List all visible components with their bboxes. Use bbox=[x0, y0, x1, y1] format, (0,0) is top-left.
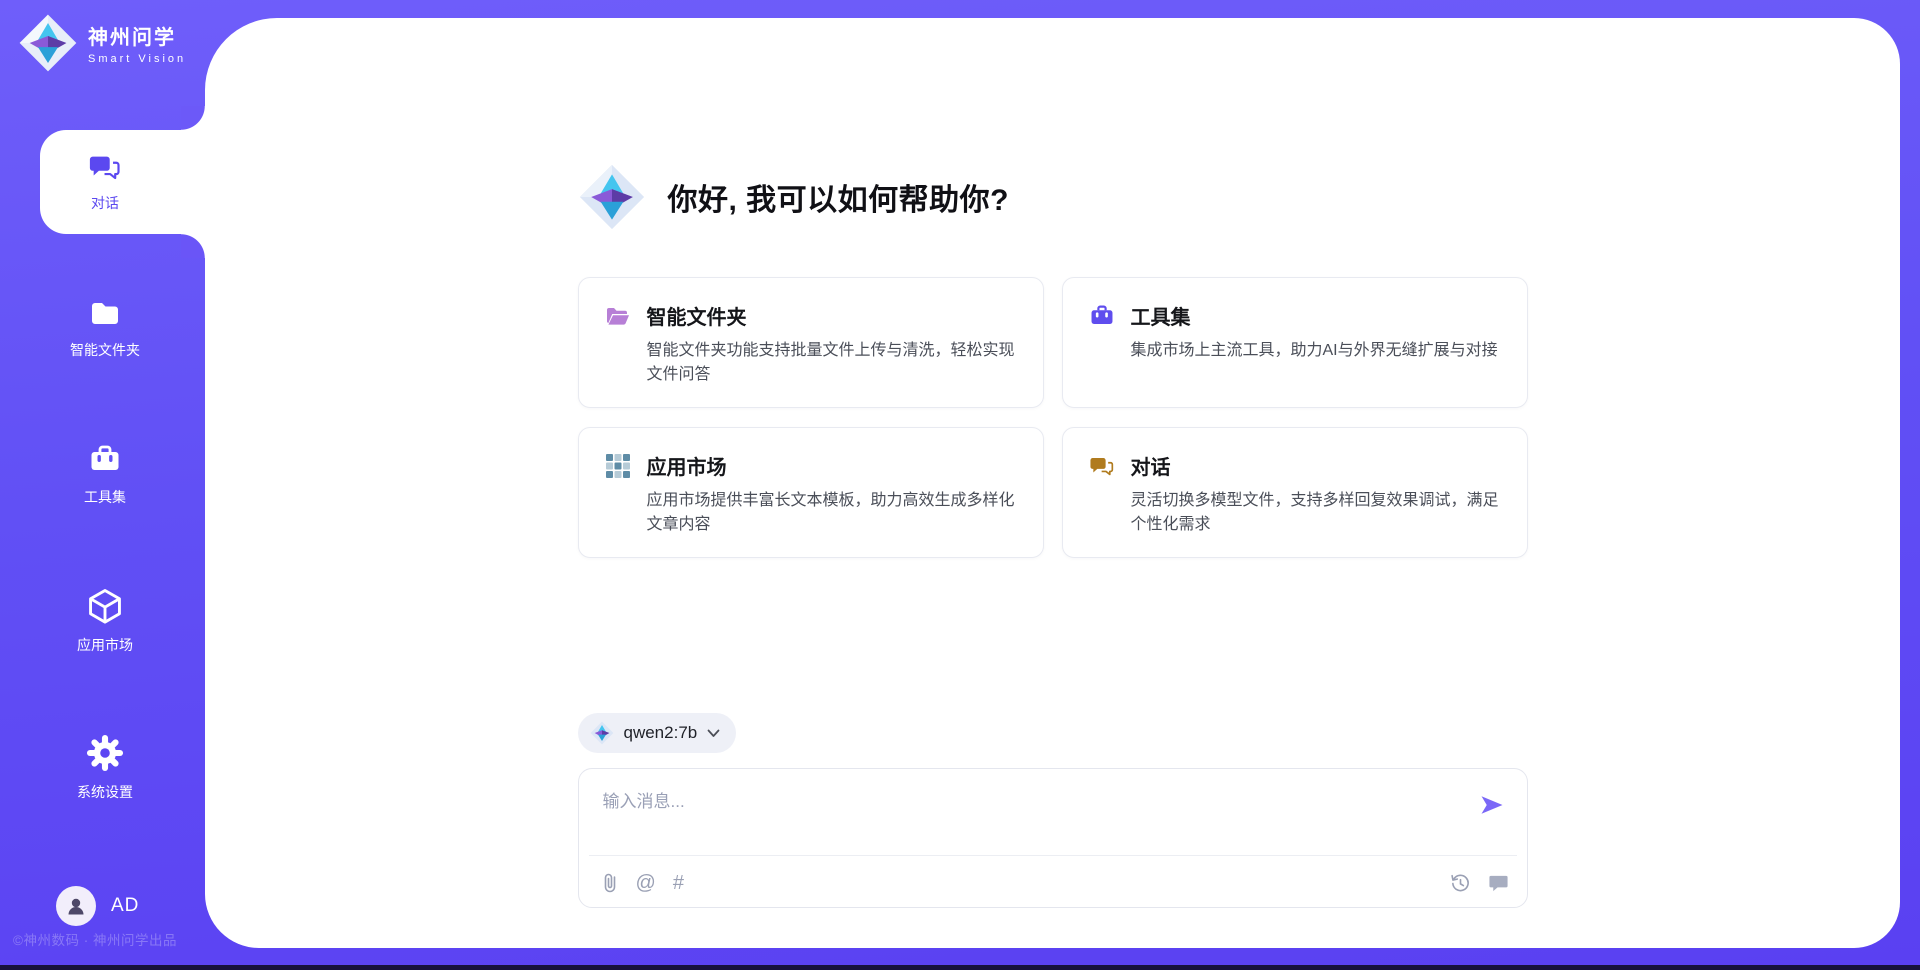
avatar bbox=[56, 886, 96, 926]
toolbox-icon bbox=[1089, 303, 1115, 329]
card-app-market[interactable]: 应用市场 应用市场提供丰富长文本模板，助力高效生成多样化文章内容 bbox=[578, 427, 1044, 558]
feature-cards: 智能文件夹 智能文件夹功能支持批量文件上传与清洗，轻松实现文件问答 工具集 bbox=[578, 277, 1528, 558]
mention-button[interactable]: @ bbox=[636, 873, 656, 893]
cube-icon bbox=[85, 586, 125, 626]
window-bottom-edge bbox=[0, 965, 1920, 970]
card-title: 智能文件夹 bbox=[647, 301, 747, 330]
message-input[interactable] bbox=[601, 785, 1465, 845]
greeting: 你好, 我可以如何帮助你? bbox=[578, 163, 1528, 231]
brand: 神州问学 Smart Vision bbox=[18, 13, 186, 73]
sidebar-item-label: 工具集 bbox=[84, 487, 126, 507]
message-icon bbox=[1488, 873, 1509, 894]
card-header: 应用市场 bbox=[605, 451, 1017, 480]
card-smart-folder[interactable]: 智能文件夹 智能文件夹功能支持批量文件上传与清洗，轻松实现文件问答 bbox=[578, 277, 1044, 408]
chevron-down-icon bbox=[707, 729, 720, 738]
card-description: 应用市场提供丰富长文本模板，助力高效生成多样化文章内容 bbox=[647, 489, 1017, 537]
toolbox-icon bbox=[87, 442, 123, 478]
grid-icon bbox=[605, 453, 631, 479]
chat-bubbles-icon bbox=[88, 150, 122, 184]
composer-toolbar: @ # bbox=[601, 872, 1509, 894]
message-input-box: @ # bbox=[578, 768, 1528, 908]
sidebar-item-label: 系统设置 bbox=[77, 782, 133, 802]
card-chat[interactable]: 对话 灵活切换多模型文件，支持多样回复效果调试，满足个性化需求 bbox=[1062, 427, 1528, 558]
sidebar-item-label: 应用市场 bbox=[77, 635, 133, 655]
sidebar-item-smart-folder[interactable]: 智能文件夹 bbox=[0, 295, 210, 360]
sidebar-item-settings[interactable]: 系统设置 bbox=[0, 733, 210, 802]
card-header: 工具集 bbox=[1089, 301, 1501, 330]
card-description: 灵活切换多模型文件，支持多样回复效果调试，满足个性化需求 bbox=[1131, 489, 1501, 537]
hash-icon: # bbox=[673, 873, 684, 893]
content-column: 你好, 我可以如何帮助你? 智能文件夹 智能文件夹功能支持批量文件上传与清洗，轻… bbox=[578, 18, 1528, 908]
send-button[interactable] bbox=[1477, 791, 1507, 821]
card-description: 集成市场上主流工具，助力AI与外界无缝扩展与对接 bbox=[1131, 339, 1501, 363]
toolbar-right bbox=[1450, 873, 1509, 894]
card-header: 对话 bbox=[1089, 451, 1501, 480]
sidebar: 神州问学 Smart Vision 对话 bbox=[0, 0, 210, 970]
at-icon: @ bbox=[636, 873, 656, 893]
composer-divider bbox=[589, 855, 1517, 856]
card-title: 工具集 bbox=[1131, 301, 1191, 330]
paperclip-icon bbox=[601, 872, 619, 894]
brand-name: 神州问学 bbox=[88, 21, 186, 50]
sidebar-item-chat[interactable]: 对话 bbox=[0, 150, 210, 213]
sidebar-item-app-market[interactable]: 应用市场 bbox=[0, 586, 210, 655]
app-root: 神州问学 Smart Vision 对话 bbox=[0, 0, 1920, 970]
history-icon bbox=[1450, 873, 1471, 894]
card-title: 应用市场 bbox=[647, 451, 727, 480]
brand-logo-icon bbox=[18, 13, 78, 73]
sidebar-item-toolset[interactable]: 工具集 bbox=[0, 442, 210, 507]
attach-button[interactable] bbox=[601, 872, 619, 894]
copyright: ©神州数码 · 神州问学出品 bbox=[13, 929, 177, 949]
composer: qwen2:7b bbox=[578, 713, 1528, 908]
model-logo-icon bbox=[590, 721, 614, 745]
user-profile[interactable]: AD bbox=[0, 886, 210, 926]
folder-icon bbox=[87, 295, 123, 331]
card-toolset[interactable]: 工具集 集成市场上主流工具，助力AI与外界无缝扩展与对接 bbox=[1062, 277, 1528, 408]
person-icon bbox=[64, 894, 88, 918]
sidebar-item-label: 智能文件夹 bbox=[70, 340, 140, 360]
user-name: AD bbox=[111, 895, 139, 917]
gear-icon bbox=[85, 733, 125, 773]
folder-open-icon bbox=[605, 303, 631, 329]
model-name: qwen2:7b bbox=[624, 723, 698, 743]
active-tab-fillet-bottom bbox=[181, 234, 205, 258]
card-description: 智能文件夹功能支持批量文件上传与清洗，轻松实现文件问答 bbox=[647, 339, 1017, 387]
model-selector[interactable]: qwen2:7b bbox=[578, 713, 737, 753]
history-button[interactable] bbox=[1450, 873, 1471, 894]
assistant-logo-icon bbox=[578, 163, 646, 231]
chat-bubbles-icon bbox=[1089, 453, 1115, 479]
brand-text: 神州问学 Smart Vision bbox=[88, 21, 186, 65]
card-header: 智能文件夹 bbox=[605, 301, 1017, 330]
conversations-button[interactable] bbox=[1488, 873, 1509, 894]
toolbar-left: @ # bbox=[601, 872, 684, 894]
send-icon bbox=[1478, 791, 1506, 819]
card-title: 对话 bbox=[1131, 451, 1171, 480]
brand-subtitle: Smart Vision bbox=[88, 53, 186, 65]
main-panel: 你好, 我可以如何帮助你? 智能文件夹 智能文件夹功能支持批量文件上传与清洗，轻… bbox=[205, 18, 1900, 948]
greeting-title: 你好, 我可以如何帮助你? bbox=[668, 175, 1010, 219]
sidebar-item-label: 对话 bbox=[91, 193, 119, 213]
hashtag-button[interactable]: # bbox=[673, 873, 684, 893]
active-tab-fillet-top bbox=[181, 106, 205, 130]
